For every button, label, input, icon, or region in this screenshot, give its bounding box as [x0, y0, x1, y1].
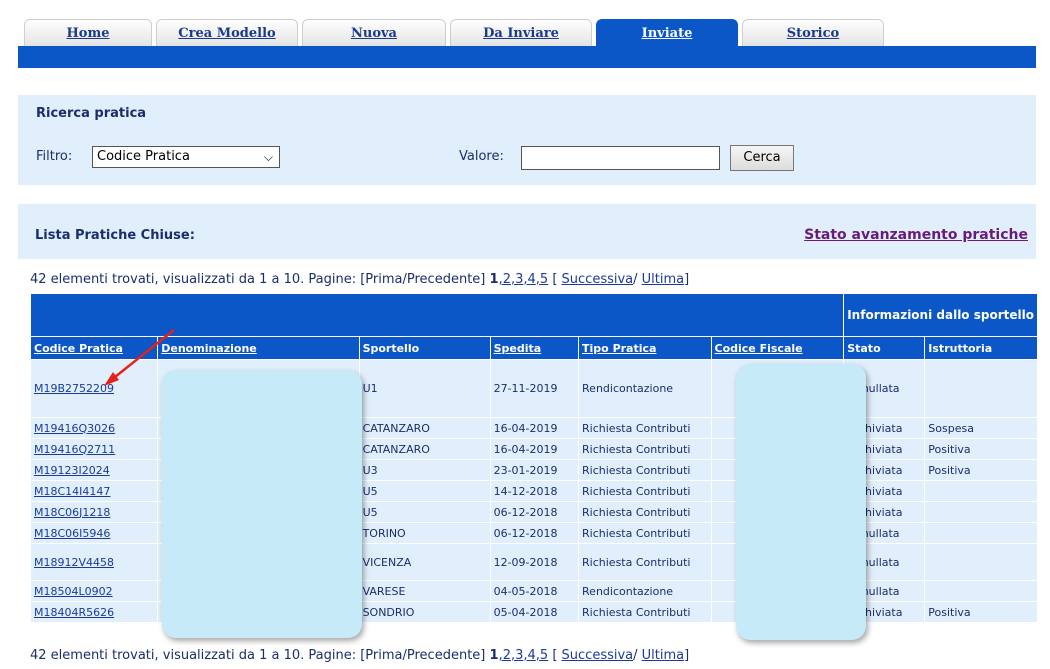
pager-prev: Precedente [406, 648, 481, 663]
pager-page-5[interactable]: ,5 [536, 648, 548, 663]
pager-current: 1 [489, 648, 499, 663]
pager-last[interactable]: Ultima [642, 648, 684, 663]
pager-page-4[interactable]: ,4 [523, 648, 535, 663]
pager-next[interactable]: Successiva [562, 648, 634, 663]
pager-first: Prima [365, 648, 403, 663]
pager-bracket: ] [480, 648, 490, 663]
pager-bracket-open: [ [548, 648, 562, 663]
pager-page-2[interactable]: ,2 [499, 648, 511, 663]
pager-bottom: 42 elementi trovati, visualizzati da 1 a… [30, 648, 689, 663]
annotation-arrow-icon [104, 329, 175, 386]
pager-page-3[interactable]: ,3 [511, 648, 523, 663]
pager-separator-2: / [633, 648, 642, 663]
pager-bracket-end: ] [684, 648, 690, 663]
pager-summary: 42 elementi trovati, visualizzati da 1 a… [30, 648, 366, 663]
